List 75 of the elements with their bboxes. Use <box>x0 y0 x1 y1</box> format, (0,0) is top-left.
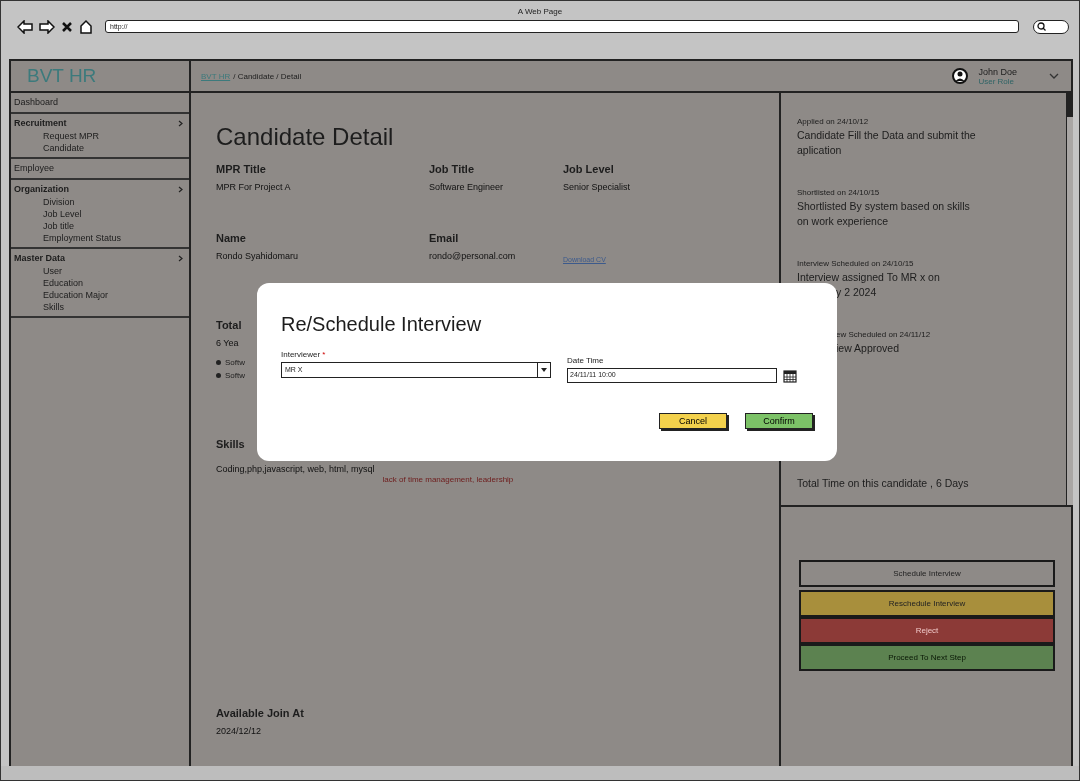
schedule-button[interactable]: Schedule Interview <box>799 560 1055 587</box>
event-date: Applied on 24/10/12 <box>797 117 870 126</box>
sidebar-subitem[interactable]: Skills <box>11 301 189 313</box>
field-value: Senior Specialist <box>563 182 631 192</box>
list-item: Softw <box>225 371 245 380</box>
page-title: Candidate Detail <box>216 123 395 151</box>
chevron-right-icon <box>178 186 183 193</box>
avatar-icon <box>952 68 969 84</box>
home-icon[interactable] <box>79 19 93 34</box>
user-name: John Doe <box>978 66 1017 77</box>
sidebar-subitem[interactable]: Job title <box>11 220 189 232</box>
field-value: 2024/12/12 <box>216 726 262 736</box>
field-label: Name <box>216 232 246 244</box>
weakness-note: lack of time management, leadership <box>382 475 514 484</box>
dialog-title: Re/Schedule Interview <box>281 313 483 336</box>
calendar-icon[interactable] <box>783 368 797 383</box>
sidebar-item[interactable]: Dashboard <box>14 96 59 109</box>
reschedule-button[interactable]: Reschedule Interview <box>799 590 1055 617</box>
list-item: Softw <box>225 358 245 367</box>
sidebar-subitem[interactable]: Education Major <box>11 289 189 301</box>
field-label: Email <box>429 232 459 244</box>
field-label: Job Level <box>563 163 614 175</box>
field-value: Software Engineer <box>429 182 504 192</box>
chevron-down-icon[interactable] <box>1049 73 1059 79</box>
field-label: Interviewer <box>281 350 321 359</box>
bullet-icon <box>216 373 221 378</box>
event-date: Interview Scheduled on 24/10/15 <box>797 259 915 268</box>
sidebar-item[interactable]: Recruitment <box>14 117 67 130</box>
confirm-button[interactable]: Confirm <box>745 413 813 429</box>
search-field[interactable] <box>1033 19 1069 34</box>
event-text: Candidate Fill the Data and submit the aplication <box>797 128 977 158</box>
field-value: MPR For Project A <box>216 182 291 192</box>
sidebar-subitem[interactable]: Education <box>11 277 189 289</box>
sidebar-subitem[interactable]: User <box>11 265 189 277</box>
cancel-button[interactable]: Cancel <box>659 413 727 429</box>
sidebar-subitem[interactable]: Job Level <box>11 208 189 220</box>
sidebar-item[interactable]: Employee <box>14 162 55 175</box>
app-logo-text: BVT HR <box>27 65 97 87</box>
chevron-right-icon <box>178 255 183 262</box>
field-value: 6 Yea <box>216 338 239 348</box>
field-label: Total <box>216 319 242 331</box>
required-mark: * <box>322 350 326 359</box>
field-label: Available Join At <box>216 707 304 719</box>
scrollbar-thumb[interactable] <box>1067 93 1073 117</box>
user-role: User Role <box>978 76 1016 86</box>
event-text: Shortlisted By system based on skills on work experience <box>797 199 971 229</box>
sidebar-subitem[interactable]: Employment Status <box>11 232 189 244</box>
sidebar-subitem[interactable]: Request MPR <box>11 130 189 142</box>
field-label: Date Time <box>567 356 605 365</box>
reject-button[interactable]: Reject <box>799 617 1055 644</box>
field-label: Job Title <box>429 163 475 175</box>
sidebar-item[interactable]: Organization <box>14 183 69 196</box>
window-title: A Web Page <box>516 6 564 18</box>
event-text: iew Approved <box>835 341 901 356</box>
forward-icon[interactable] <box>39 19 55 34</box>
close-icon[interactable] <box>61 20 73 33</box>
field-label: Skills <box>216 438 245 450</box>
sidebar-subitem[interactable]: Division <box>11 196 189 208</box>
proceed-button[interactable]: Proceed To Next Step <box>799 644 1055 671</box>
sidebar-subitem[interactable]: Candidate <box>11 142 189 154</box>
breadcrumb-text: / Candidate / Detail <box>233 71 302 81</box>
search-icon <box>1037 22 1046 31</box>
caret-icon <box>541 368 547 372</box>
total-time: Total Time on this candidate , 6 Days <box>797 477 970 489</box>
field-value: Coding,php,javascript, web, html, mysql <box>216 464 375 474</box>
field-value: rondo@personal.com <box>429 251 516 261</box>
field-value: Rondo Syahidomaru <box>216 251 299 261</box>
field-label: MPR Title <box>216 163 266 175</box>
event-text: y 2 2024 <box>835 285 878 300</box>
back-icon[interactable] <box>17 19 33 34</box>
event-date: Shortlisted on 24/10/15 <box>797 188 881 197</box>
bullet-icon <box>216 360 221 365</box>
chevron-right-icon <box>178 120 183 127</box>
event-text: Interview assigned To MR x on <box>797 270 941 285</box>
sidebar-item[interactable]: Master Data <box>14 252 66 265</box>
